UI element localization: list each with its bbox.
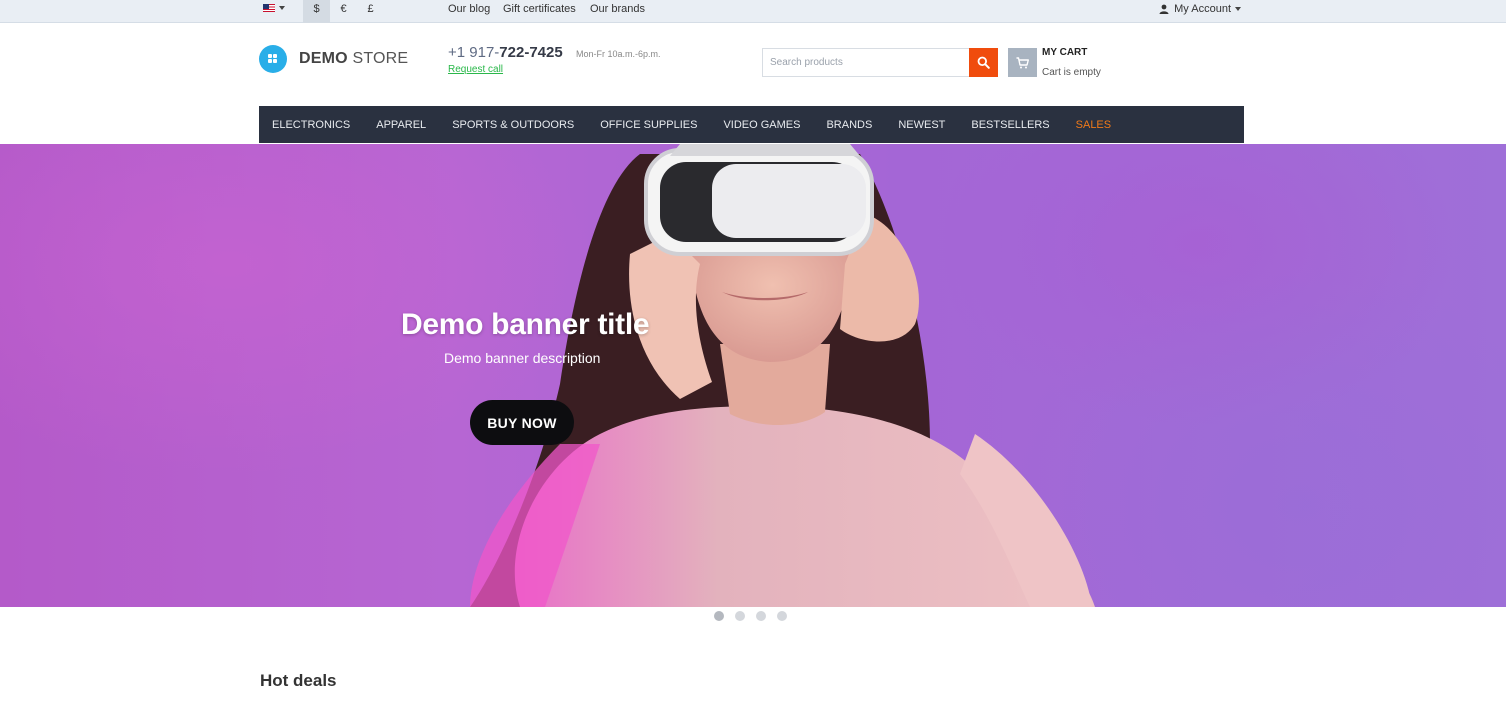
cart-status: Cart is empty <box>1042 67 1101 78</box>
search-icon <box>977 56 990 69</box>
user-icon <box>1159 4 1169 14</box>
cart-button[interactable] <box>1008 48 1037 77</box>
store-logo[interactable]: DEMO STORE <box>259 45 408 73</box>
language-selector[interactable] <box>263 4 285 12</box>
hot-deals-heading: Hot deals <box>260 671 337 690</box>
chevron-down-icon <box>279 6 285 10</box>
slide-dot-4[interactable] <box>777 611 787 621</box>
phone-number: +1 917-722-7425 <box>448 44 563 61</box>
top-bar: $ € £ Our blog Gift certificates Our bra… <box>0 0 1506 23</box>
brands-link[interactable]: Our brands <box>590 3 645 15</box>
slide-dot-2[interactable] <box>735 611 745 621</box>
my-account-label: My Account <box>1174 3 1231 15</box>
nav-item-apparel[interactable]: APPAREL <box>376 119 426 131</box>
nav-item-office-supplies[interactable]: OFFICE SUPPLIES <box>600 119 697 131</box>
currency-usd[interactable]: $ <box>303 0 330 23</box>
gift-certificates-link[interactable]: Gift certificates <box>503 3 576 15</box>
nav-item-bestsellers[interactable]: BESTSELLERS <box>971 119 1049 131</box>
banner-image <box>470 144 1095 607</box>
us-flag-icon <box>263 4 275 12</box>
nav-item-video-games[interactable]: VIDEO GAMES <box>723 119 800 131</box>
my-cart-title[interactable]: MY CART <box>1042 47 1087 58</box>
search-input[interactable] <box>762 48 969 77</box>
currency-gbp[interactable]: £ <box>357 0 384 23</box>
slide-dot-3[interactable] <box>756 611 766 621</box>
hero-banner[interactable]: Demo banner title Demo banner descriptio… <box>0 144 1506 607</box>
cart-icon <box>1016 56 1029 68</box>
nav-item-sports-outdoors[interactable]: SPORTS & OUTDOORS <box>452 119 574 131</box>
main-navigation: ELECTRONICS APPAREL SPORTS & OUTDOORS OF… <box>259 106 1244 143</box>
search-button[interactable] <box>969 48 998 77</box>
banner-pagination <box>714 611 798 621</box>
logo-icon <box>259 45 287 73</box>
logo-text: DEMO STORE <box>299 50 409 67</box>
my-account-menu[interactable]: My Account <box>1159 3 1241 15</box>
nav-item-sales[interactable]: SALES <box>1076 119 1111 131</box>
nav-item-electronics[interactable]: ELECTRONICS <box>272 119 350 131</box>
banner-title: Demo banner title <box>401 308 650 341</box>
slide-dot-1[interactable] <box>714 611 724 621</box>
nav-item-newest[interactable]: NEWEST <box>898 119 945 131</box>
buy-now-button[interactable]: BUY NOW <box>470 400 574 445</box>
chevron-down-icon <box>1235 7 1241 11</box>
request-call-link[interactable]: Request call <box>448 64 503 75</box>
business-hours: Mon-Fr 10a.m.-6p.m. <box>576 49 661 59</box>
currency-eur[interactable]: € <box>330 0 357 23</box>
banner-description: Demo banner description <box>444 350 601 366</box>
blog-link[interactable]: Our blog <box>448 3 490 15</box>
nav-item-brands[interactable]: BRANDS <box>826 119 872 131</box>
